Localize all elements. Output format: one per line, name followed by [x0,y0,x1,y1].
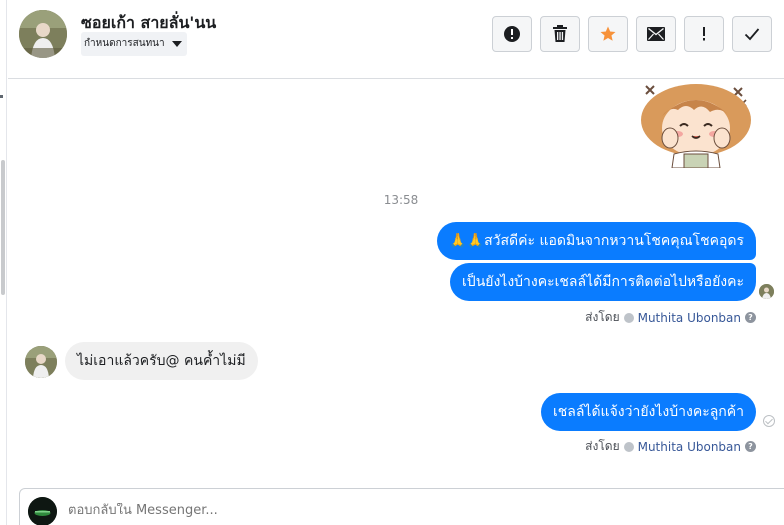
header-toolbar [492,16,772,52]
left-panel-edge [0,0,7,525]
sent-by-prefix: ส่งโดย [585,439,620,453]
sent-by-line: ส่งโดย Muthita Ubonban ? [585,308,756,327]
mark-unread-button[interactable] [636,16,676,52]
checkmark-icon [744,28,760,41]
sticker-image[interactable] [636,76,754,169]
star-icon [600,26,616,41]
message-composer [19,488,784,525]
help-icon[interactable]: ? [745,441,756,452]
outgoing-message[interactable]: 🙏🙏สวัสดีค่ะ แอดมินจากหวานโชคคุณโชคอุดร [437,222,756,260]
edge-marker [0,95,3,98]
sent-by-prefix: ส่งโดย [585,310,620,324]
contact-avatar-small[interactable] [25,346,57,378]
sent-check-icon [763,415,775,427]
sender-name[interactable]: Muthita Ubonban [638,440,741,454]
assign-conversation-dropdown[interactable]: กำหนดการสนทนา [81,32,187,56]
scrollbar[interactable] [1,160,5,295]
seen-avatar [759,284,774,299]
report-spam-button[interactable] [492,16,532,52]
follow-up-button[interactable] [684,16,724,52]
sender-name[interactable]: Muthita Ubonban [638,311,741,325]
page-badge-icon [623,441,634,452]
contact-avatar[interactable] [19,10,67,58]
mark-done-button[interactable] [732,16,772,52]
assign-label: กำหนดการสนทนา [84,38,165,49]
delete-button[interactable] [540,16,580,52]
page-badge-icon [623,312,634,323]
message-timestamp: 13:58 [383,193,419,207]
reply-input[interactable] [68,503,668,518]
page-avatar [28,497,57,525]
exclamation-icon [703,27,705,41]
trash-icon [553,25,567,42]
caret-down-icon [171,41,182,47]
sent-by-line: ส่งโดย Muthita Ubonban ? [585,437,756,456]
conversation-header: ซอยเก้า สายลั่น'นน กำหนดการสนทนา [8,0,784,79]
envelope-icon [647,27,665,41]
incoming-message[interactable]: ไม่เอาแล้วครับ@ คนค้ำไม่มี [65,342,258,380]
star-button[interactable] [588,16,628,52]
help-icon[interactable]: ? [745,312,756,323]
outgoing-message[interactable]: เป็นยังไงบ้างคะเชลล์ได้มีการติดต่อไปหรือ… [450,263,756,301]
alert-circle-icon [504,26,520,42]
outgoing-message[interactable]: เชลล์ได้แจ้งว่ายังไงบ้างคะลูกค้า [540,393,756,431]
